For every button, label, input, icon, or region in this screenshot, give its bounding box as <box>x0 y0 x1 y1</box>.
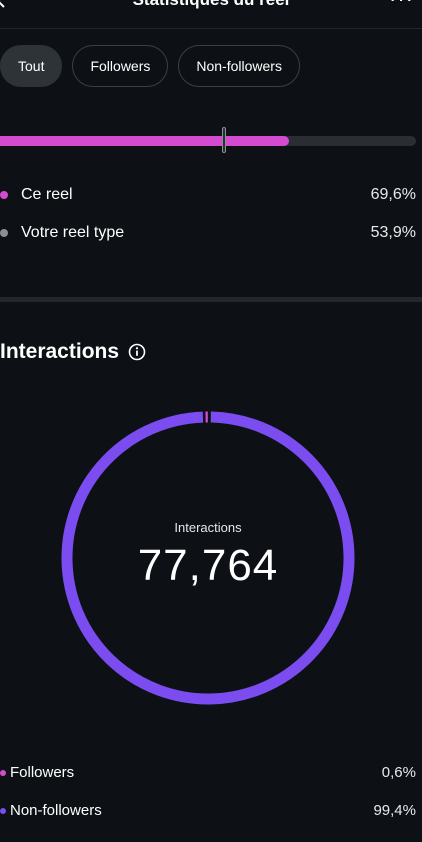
section-divider <box>0 297 422 302</box>
typical-reel-dot <box>0 229 8 237</box>
legend-row-non-followers: Non-followers 99,4% <box>0 802 416 819</box>
donut-total: 77,764 <box>137 540 279 590</box>
legend-label: Votre reel type <box>21 224 125 241</box>
legend-value: 99,4% <box>373 802 416 819</box>
legend-row-this-reel: Ce reel 69,6% <box>0 186 416 204</box>
legend-value: 0,6% <box>381 764 416 781</box>
non-followers-dot <box>0 807 6 814</box>
legend-value: 69,6% <box>370 186 416 203</box>
interactions-section-title: Interactions <box>0 340 146 364</box>
donut-center: Interactions 77,764 <box>60 410 356 706</box>
legend-value: 53,9% <box>370 224 416 241</box>
tab-followers[interactable]: Followers <box>72 45 169 87</box>
section-title-text: Interactions <box>0 340 120 363</box>
this-reel-dot <box>0 191 8 199</box>
retention-bar-fill <box>0 136 289 146</box>
legend-label: Non-followers <box>10 802 102 819</box>
more-horizontal-icon[interactable]: ··· <box>389 0 414 12</box>
retention-bar <box>0 127 416 153</box>
tab-tout[interactable]: Tout <box>0 45 63 87</box>
legend-row-typical-reel: Votre reel type 53,9% <box>0 224 416 242</box>
legend-label: Followers <box>10 764 75 781</box>
typical-reel-marker <box>222 127 227 153</box>
tab-non-followers[interactable]: Non-followers <box>178 45 300 87</box>
info-icon[interactable] <box>128 343 146 361</box>
followers-dot <box>0 769 6 776</box>
legend-row-followers: Followers 0,6% <box>0 764 416 781</box>
audience-tabs: Tout Followers Non-followers <box>0 45 300 87</box>
donut-label: Interactions <box>174 519 242 535</box>
legend-label: Ce reel <box>21 186 73 203</box>
page-title: Statistiques du reel <box>0 0 422 10</box>
top-bar: Statistiques du reel ··· <box>0 0 422 29</box>
interactions-donut: Interactions 77,764 <box>60 410 356 706</box>
